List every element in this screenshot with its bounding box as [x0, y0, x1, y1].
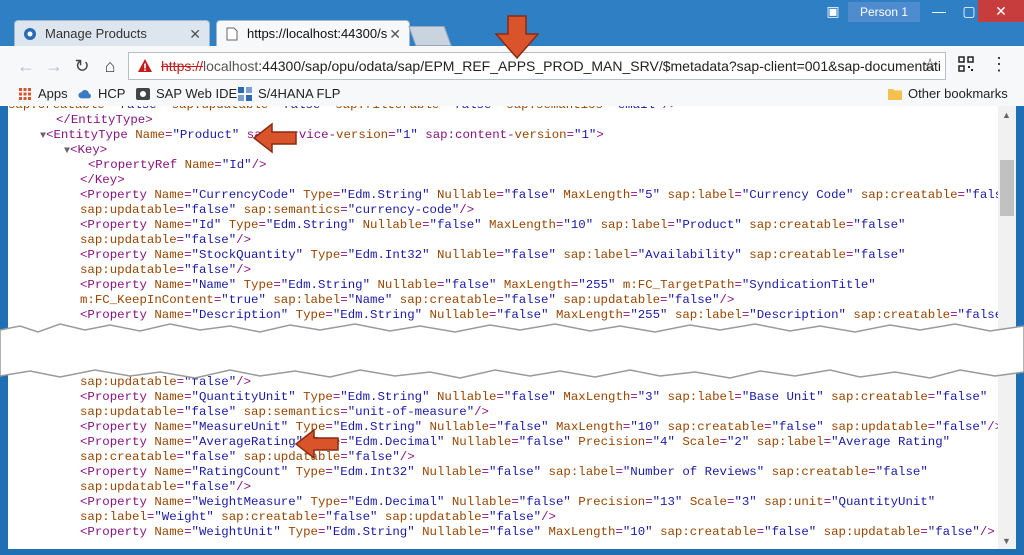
xml-line: <PropertyRef Name="Id"/> — [88, 158, 267, 172]
url-scheme: https:// — [161, 58, 204, 74]
xml-line: </Key> — [80, 173, 125, 187]
ui5-favicon-icon — [23, 27, 37, 41]
folder-icon — [888, 87, 902, 101]
xml-line: <Property Name="RatingCount" Type="Edm.I… — [80, 465, 928, 479]
xml-line: <Property Name="Name" Type="Edm.String" … — [80, 278, 876, 292]
new-tab-button[interactable] — [408, 26, 452, 46]
annotation-arrow-down-icon — [494, 15, 540, 60]
minimize-button[interactable]: — — [922, 0, 956, 22]
home-icon[interactable]: ⌂ — [98, 54, 122, 78]
bookmark-apps[interactable]: Apps — [18, 86, 68, 101]
bookmarks-bar: Apps HCP SAP Web IDE S/4HANA FLP Other b… — [0, 82, 1024, 106]
tab-label: Manage Products — [45, 26, 147, 41]
cloud-icon — [78, 87, 92, 101]
close-tab-icon[interactable]: ✕ — [389, 26, 401, 43]
xml-line: ▼<EntityType Name="Product" sap:service-… — [40, 128, 604, 142]
xml-line: sap:creatable="false" sap:updatable="fal… — [80, 450, 415, 464]
bookmark-other[interactable]: Other bookmarks — [888, 86, 1008, 101]
annotation-arrow-left-icon — [294, 428, 339, 460]
xml-line: m:FC_KeepInContent="true" sap:label="Nam… — [80, 293, 735, 307]
tab-metadata[interactable]: https://localhost:44300/s ✕ — [216, 20, 410, 46]
xml-line: <Property Name="AverageRating" Type="Edm… — [80, 435, 951, 449]
xml-line: sap:updatable="false" sap:semantics="cur… — [80, 203, 475, 217]
apps-grid-icon — [18, 87, 32, 101]
not-secure-icon[interactable] — [137, 58, 153, 74]
webide-icon — [136, 87, 150, 101]
xml-line: <Property Name="StockQuantity" Type="Edm… — [80, 248, 906, 262]
window-icon[interactable]: ▣ — [816, 0, 850, 22]
back-arrow-icon[interactable]: ← — [14, 54, 38, 78]
bookmark-hcp[interactable]: HCP — [78, 86, 125, 101]
xml-line: </EntityType> — [56, 113, 153, 127]
scroll-down-arrow[interactable]: ▼ — [1002, 536, 1012, 546]
close-window-button[interactable]: ✕ — [978, 0, 1024, 22]
xml-line: <Property Name="WeightUnit" Type="Edm.St… — [80, 525, 995, 539]
forward-arrow-icon[interactable]: → — [42, 54, 66, 78]
close-tab-icon[interactable]: ✕ — [189, 26, 201, 43]
scroll-up-arrow[interactable]: ▲ — [1002, 110, 1012, 120]
xml-line: <Property Name="WeightMeasure" Type="Edm… — [80, 495, 936, 509]
reload-icon[interactable]: ↻ — [70, 54, 94, 78]
url-path: :44300/sap/opu/odata/sap/EPM_REF_APPS_PR… — [258, 58, 941, 74]
xml-line: ▼<Key> — [64, 143, 108, 157]
tab-manage-products[interactable]: Manage Products ✕ — [14, 20, 210, 46]
menu-icon[interactable]: ⋮ — [990, 54, 1008, 75]
xml-line: sap:updatable="false" sap:semantics="uni… — [80, 405, 489, 419]
bookmark-star-icon[interactable]: ☆ — [922, 55, 938, 76]
profile-button[interactable]: Person 1 — [848, 2, 920, 22]
annotation-arrow-left-icon — [252, 122, 297, 154]
xml-line: sap:creatable="false" sap:updatable="fal… — [8, 106, 677, 113]
scrollbar-thumb[interactable] — [1000, 160, 1014, 216]
bookmark-sap-web-ide[interactable]: SAP Web IDE — [136, 86, 237, 101]
xml-line: <Property Name="QuantityUnit" Type="Edm.… — [80, 390, 988, 404]
qr-code-icon[interactable] — [958, 56, 974, 72]
xml-line: sap:label="Weight" sap:creatable="false"… — [80, 510, 556, 524]
page-icon — [225, 27, 239, 41]
xml-line: <Property Name="MeasureUnit" Type="Edm.S… — [80, 420, 998, 434]
url-host: localhost — [203, 58, 259, 74]
bookmark-s4hana-flp[interactable]: S/4HANA FLP — [238, 86, 340, 101]
flp-icon — [238, 86, 252, 101]
xml-line: <Property Name="CurrencyCode" Type="Edm.… — [80, 188, 998, 202]
xml-line: <Property Name="Id" Type="Edm.String" Nu… — [80, 218, 906, 232]
xml-line: sap:updatable="false"/> — [80, 263, 252, 277]
tab-label: https://localhost:44300/s — [247, 26, 387, 41]
xml-line: sap:updatable="false"/> — [80, 233, 252, 247]
xml-line: sap:updatable="false"/> — [80, 480, 252, 494]
torn-edge-divider — [0, 323, 1024, 379]
